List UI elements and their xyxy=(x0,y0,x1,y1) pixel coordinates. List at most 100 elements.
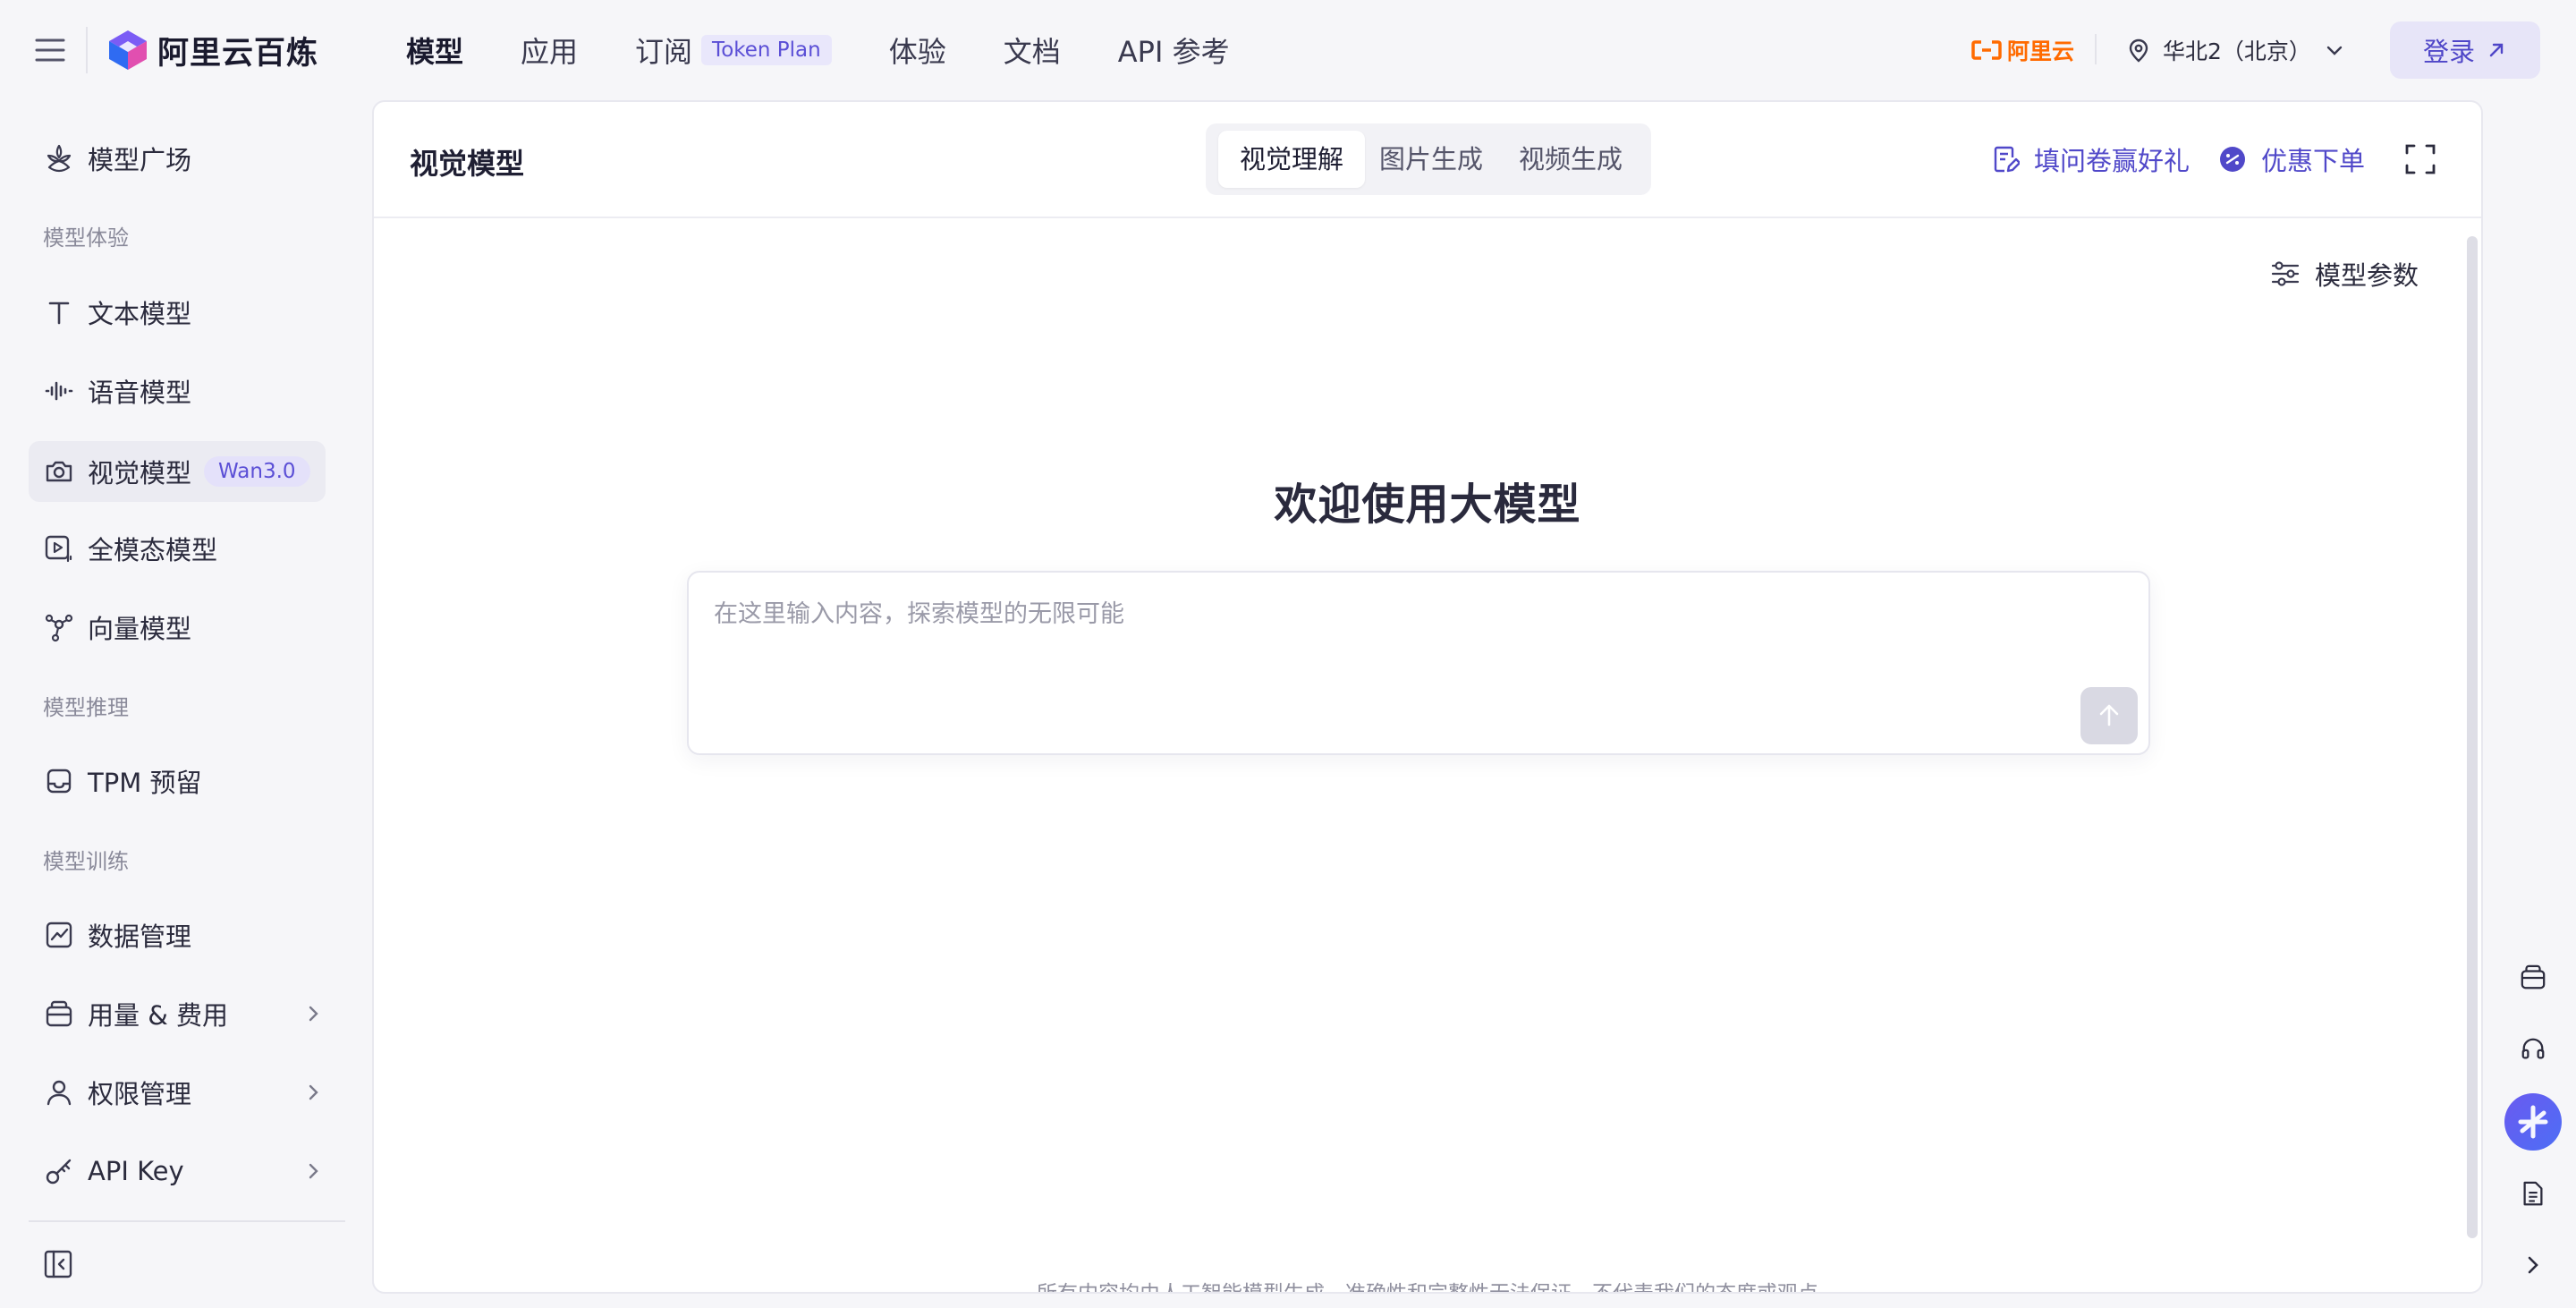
nav-item-subscription[interactable]: 订阅 Token Plan xyxy=(635,30,832,71)
location-pin-icon xyxy=(2129,38,2148,63)
model-params-button[interactable]: 模型参数 xyxy=(2270,256,2419,292)
discount-order-link[interactable]: 优惠下单 xyxy=(2218,141,2365,177)
sidebar-item-label: API Key xyxy=(88,1156,184,1186)
chat-input-box xyxy=(687,571,2150,755)
model-params-label: 模型参数 xyxy=(2315,260,2419,291)
rail-docs-button[interactable] xyxy=(2504,1165,2562,1222)
ai-disclaimer: 所有内容均由人工智能模型生成，准确性和完整性无法保证，不代表我们的态度或观点 xyxy=(1037,1282,1818,1294)
fullscreen-icon[interactable] xyxy=(2404,143,2436,175)
sidebar-item-label: 语音模型 xyxy=(88,378,192,408)
chevron-right-icon xyxy=(309,1084,318,1100)
survey-edit-icon xyxy=(1994,146,2020,173)
token-plan-badge: Token Plan xyxy=(701,35,832,65)
sidebar-item-label: TPM 预留 xyxy=(88,768,202,798)
wan-version-badge: Wan3.0 xyxy=(204,456,310,487)
ai-assistant-button[interactable] xyxy=(2504,1093,2562,1151)
arrow-up-right-icon xyxy=(2489,43,2504,57)
sidebar-item-data-management[interactable]: 数据管理 xyxy=(29,905,326,965)
key-icon xyxy=(43,1155,75,1187)
hamburger-menu-icon[interactable] xyxy=(34,34,66,66)
sidebar-item-label: 文本模型 xyxy=(88,299,192,329)
section-label-training: 模型训练 xyxy=(43,849,129,874)
logo-text: 阿里云百炼 xyxy=(157,35,319,72)
page-title: 视觉模型 xyxy=(410,147,525,181)
sidebar-item-vector-model[interactable]: 向量模型 xyxy=(29,597,326,658)
main-panel: 视觉模型 视觉理解 图片生成 视频生成 填问卷赢好礼 优惠下单 模型参数 欢迎使… xyxy=(372,100,2483,1294)
wallet-icon xyxy=(43,998,75,1030)
header-separator xyxy=(2095,34,2097,64)
discount-coupon-icon xyxy=(2220,147,2245,172)
sidebar-item-label: 视觉模型 xyxy=(88,458,192,488)
login-button[interactable]: 登录 xyxy=(2390,21,2540,79)
sidebar-item-api-key[interactable]: API Key xyxy=(29,1141,326,1202)
login-label: 登录 xyxy=(2422,37,2475,67)
tab-vision-understanding[interactable]: 视觉理解 xyxy=(1218,131,1366,188)
section-label-inference: 模型推理 xyxy=(43,695,129,720)
chart-icon xyxy=(43,919,75,951)
main-nav: 模型 应用 订阅 Token Plan 体验 文档 API 参考 xyxy=(406,25,1287,75)
sidebar-divider xyxy=(29,1220,345,1222)
nav-item-api-reference[interactable]: API 参考 xyxy=(1118,30,1230,71)
top-navigation-bar: 阿里云百炼 模型 应用 订阅 Token Plan 体验 文档 API 参考 阿… xyxy=(0,0,2576,100)
rail-support-button[interactable] xyxy=(2504,1020,2562,1077)
scrollbar-thumb[interactable] xyxy=(2467,236,2478,1238)
rail-expand-button[interactable] xyxy=(2504,1236,2562,1294)
sidebar-collapse-icon[interactable] xyxy=(43,1249,73,1279)
sidebar-item-omni-model[interactable]: 全模态模型 xyxy=(29,518,326,579)
rail-wallet-button[interactable] xyxy=(2504,948,2562,1006)
user-icon xyxy=(43,1076,75,1108)
text-icon xyxy=(43,296,75,328)
nav-item-experience[interactable]: 体验 xyxy=(889,30,946,71)
sidebar-item-model-square[interactable]: 模型广场 xyxy=(29,128,326,189)
sidebar-item-usage-billing[interactable]: 用量 & 费用 xyxy=(29,983,326,1044)
region-label: 华北2（北京） xyxy=(2163,38,2311,64)
discount-label: 优惠下单 xyxy=(2261,146,2366,176)
camera-icon xyxy=(43,455,75,488)
bailian-logo-icon xyxy=(109,30,147,70)
sidebar-item-speech-model[interactable]: 语音模型 xyxy=(29,361,326,421)
chevron-right-icon xyxy=(309,1163,318,1179)
chevron-down-icon xyxy=(2326,46,2343,55)
welcome-heading: 欢迎使用大模型 xyxy=(1274,480,1581,530)
assistant-sparkle-icon xyxy=(2518,1105,2548,1139)
sidebar-item-label: 数据管理 xyxy=(88,922,192,952)
tab-image-generation[interactable]: 图片生成 xyxy=(1358,131,1504,188)
document-icon xyxy=(2523,1181,2543,1206)
chevron-right-icon xyxy=(2528,1256,2538,1274)
model-square-icon xyxy=(43,142,75,174)
bailian-logo[interactable]: 阿里云百炼 xyxy=(107,25,318,75)
sidebar-item-tpm-reserve[interactable]: TPM 预留 xyxy=(29,751,326,811)
send-button[interactable] xyxy=(2080,687,2138,744)
waveform-icon xyxy=(43,375,75,407)
survey-link[interactable]: 填问卷赢好礼 xyxy=(1993,141,2190,177)
survey-label: 填问卷赢好礼 xyxy=(2034,146,2190,176)
sidebar-item-text-model[interactable]: 文本模型 xyxy=(29,282,326,343)
region-selector[interactable]: 华北2（北京） xyxy=(2127,29,2345,72)
sidebar-item-label: 用量 & 费用 xyxy=(88,1000,229,1031)
nav-item-models[interactable]: 模型 xyxy=(406,30,463,71)
wallet-icon xyxy=(2521,964,2546,989)
nav-item-apps[interactable]: 应用 xyxy=(521,30,578,71)
aliyun-label: 阿里云 xyxy=(2007,38,2075,64)
vector-icon xyxy=(43,611,75,643)
sidebar-item-permissions[interactable]: 权限管理 xyxy=(29,1062,326,1123)
vision-mode-tabs: 视觉理解 图片生成 视频生成 xyxy=(1206,123,1651,195)
vertical-scrollbar[interactable] xyxy=(2467,236,2478,1283)
sidebar-item-vision-model[interactable]: 视觉模型 Wan3.0 xyxy=(29,441,326,502)
sliders-icon xyxy=(2271,261,2300,286)
section-label-experience: 模型体验 xyxy=(43,225,129,251)
tab-video-generation[interactable]: 视频生成 xyxy=(1497,131,1644,188)
sidebar-item-label: 全模态模型 xyxy=(88,535,218,565)
aliyun-brand-link[interactable]: 阿里云 xyxy=(1971,34,2074,66)
chevron-right-icon xyxy=(309,1006,318,1022)
prompt-input[interactable] xyxy=(714,594,2109,701)
sidebar-item-label: 向量模型 xyxy=(88,614,192,644)
headset-icon xyxy=(2521,1038,2545,1059)
nav-item-docs[interactable]: 文档 xyxy=(1004,30,1061,71)
sidebar-item-label: 模型广场 xyxy=(88,145,192,175)
arrow-up-icon xyxy=(2099,704,2119,726)
header-divider xyxy=(86,27,88,73)
aliyun-logo-icon xyxy=(1971,40,2002,60)
sidebar-item-label: 权限管理 xyxy=(88,1079,192,1109)
multimodal-icon xyxy=(43,532,75,565)
